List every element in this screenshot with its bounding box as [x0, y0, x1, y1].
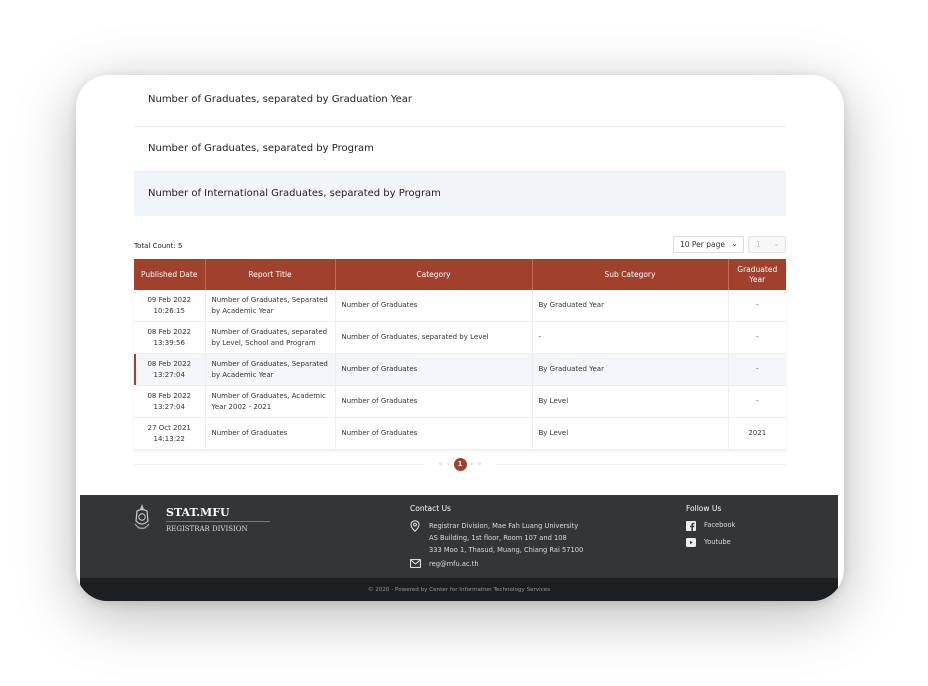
brand-name: STAT.MFU	[166, 506, 230, 519]
cell-report-title[interactable]: Number of Graduates, Separated by Academ…	[205, 353, 336, 386]
facebook-link[interactable]: Facebook	[704, 521, 735, 529]
table-row[interactable]: 09 Feb 2022 10:26:15 Number of Graduates,…	[134, 290, 786, 322]
last-page-button[interactable]: »	[477, 460, 481, 468]
copyright: © 2020 - Powered by Center for Informati…	[80, 578, 838, 601]
prev-page-button[interactable]: ‹	[447, 460, 450, 468]
address-line: AS Building, 1st floor, Room 107 and 108	[429, 534, 567, 542]
youtube-link[interactable]: Youtube	[704, 538, 731, 546]
current-page-button[interactable]: 1	[453, 457, 467, 471]
table-row[interactable]: 08 Feb 2022 13:39:56 Number of Graduates,…	[134, 321, 786, 354]
table-row[interactable]: 08 Feb 2022 13:27:04 Number of Graduates,…	[134, 353, 786, 386]
column-header-published-date[interactable]: Published Date	[134, 259, 206, 290]
email-link[interactable]: reg@mfu.ac.th	[429, 560, 479, 568]
per-page-value: 10 Per page	[680, 240, 725, 249]
column-header-graduated-year[interactable]: Graduated Year	[728, 259, 786, 290]
cell-category: Number of Graduates	[335, 417, 533, 450]
table-row[interactable]: 27 Oct 2021 14:13:22 Number of Graduates …	[134, 417, 786, 450]
cell-category: Number of Graduates	[335, 353, 533, 386]
device-frame: Number of Graduates, separated by Gradua…	[76, 75, 844, 601]
cell-graduated-year: -	[728, 385, 786, 418]
cell-category: Number of Graduates	[335, 290, 533, 322]
cell-published-date: 27 Oct 2021 14:13:22	[134, 417, 206, 450]
cell-category: Number of Graduates, separated by Level	[335, 321, 533, 354]
contact-heading: Contact Us	[410, 504, 451, 513]
table-header-row: Published Date Report Title Category Sub…	[134, 259, 786, 290]
cell-graduated-year: -	[728, 321, 786, 354]
chevron-down-icon: ⌄	[731, 239, 738, 248]
report-link-graduation-year[interactable]: Number of Graduates, separated by Gradua…	[134, 75, 786, 127]
cell-sub-category: By Graduated Year	[532, 353, 729, 386]
page: Number of Graduates, separated by Gradua…	[76, 75, 844, 601]
report-list: Number of Graduates, separated by Gradua…	[134, 75, 786, 216]
cell-published-date: 08 Feb 2022 13:27:04	[134, 385, 206, 418]
chevron-down-icon: ⌄	[773, 239, 780, 248]
address-line: Registrar Division, Mae Fah Luang Univer…	[429, 522, 579, 530]
cell-published-date: 08 Feb 2022 13:27:04	[134, 353, 206, 386]
cell-sub-category: -	[532, 321, 729, 354]
map-pin-icon	[410, 520, 420, 532]
cell-report-title[interactable]: Number of Graduates	[205, 417, 336, 450]
address: Registrar Division, Mae Fah Luang Univer…	[429, 520, 583, 556]
column-header-category[interactable]: Category	[335, 259, 533, 290]
column-header-sub-category[interactable]: Sub Category	[532, 259, 729, 290]
cell-graduated-year: -	[728, 353, 786, 386]
pagination: « ‹ 1 › »	[424, 457, 496, 471]
total-count: Total Count: 5	[134, 242, 183, 250]
cell-report-title[interactable]: Number of Graduates, Academic Year 2002 …	[205, 385, 336, 418]
cell-report-title[interactable]: Number of Graduates, separated by Level,…	[205, 321, 336, 354]
cell-sub-category: By Graduated Year	[532, 290, 729, 322]
column-header-report-title[interactable]: Report Title	[205, 259, 336, 290]
page-select[interactable]: 1 ⌄	[748, 236, 786, 253]
table-row[interactable]: 08 Feb 2022 13:27:04 Number of Graduates,…	[134, 385, 786, 418]
cell-report-title[interactable]: Number of Graduates, Separated by Academ…	[205, 290, 336, 322]
cell-graduated-year: -	[728, 290, 786, 322]
brand-division: REGISTRAR DIVISION	[166, 525, 248, 533]
envelope-icon	[410, 559, 421, 568]
cell-category: Number of Graduates	[335, 385, 533, 418]
page-select-value: 1	[756, 240, 761, 249]
first-page-button[interactable]: «	[438, 460, 442, 468]
facebook-icon[interactable]	[686, 521, 696, 531]
university-emblem-icon	[134, 504, 150, 530]
address-line: 333 Moo 1, Thasud, Muang, Chiang Rai 571…	[429, 546, 584, 554]
reports-table: Published Date Report Title Category Sub…	[134, 259, 786, 450]
cell-sub-category: By Level	[532, 385, 729, 418]
report-link-program[interactable]: Number of Graduates, separated by Progra…	[134, 127, 786, 172]
youtube-icon[interactable]	[686, 538, 696, 547]
report-link-international-program[interactable]: Number of International Graduates, separ…	[134, 172, 786, 216]
cell-sub-category: By Level	[532, 417, 729, 450]
cell-published-date: 09 Feb 2022 10:26:15	[134, 290, 206, 322]
cell-published-date: 08 Feb 2022 13:39:56	[134, 321, 206, 354]
next-page-button[interactable]: ›	[471, 460, 474, 468]
brand-divider	[166, 521, 270, 522]
per-page-select[interactable]: 10 Per page ⌄	[673, 236, 744, 253]
follow-heading: Follow Us	[686, 504, 722, 513]
footer: STAT.MFU REGISTRAR DIVISION Contact Us R…	[80, 495, 838, 601]
cell-graduated-year: 2021	[728, 417, 786, 450]
